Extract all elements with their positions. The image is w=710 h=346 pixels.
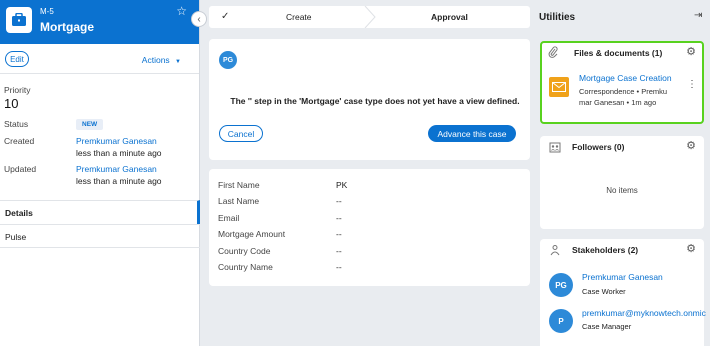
utilities-title: Utilities — [539, 12, 576, 23]
stage-stepper: ✓ Create Approval — [209, 6, 530, 28]
stakeholder-role: Case Manager — [582, 322, 632, 331]
actions-menu[interactable]: Actions ▼ — [142, 55, 181, 65]
checkmark-icon: ✓ — [221, 11, 230, 22]
status-badge: NEW — [76, 119, 104, 130]
updated-info: Premkumar Ganesan less than a minute ago — [76, 163, 162, 187]
collapse-panel-button[interactable]: ‹ — [191, 11, 207, 27]
followers-icon — [549, 141, 561, 155]
more-options-icon[interactable]: ⋮ — [687, 80, 697, 90]
files-title: Files & documents (1) — [574, 48, 663, 58]
assignment-card: PG The '' step in the 'Mortgage' case ty… — [209, 39, 530, 160]
details-card: First Name PK Last Name -- Email -- Mortgag… — [209, 169, 530, 286]
gear-icon[interactable]: ⚙ — [686, 45, 696, 58]
case-toolbar: Edit Actions ▼ — [0, 44, 199, 74]
updated-label: Updated — [4, 164, 37, 174]
followers-card: Followers (0) ⚙ No items — [540, 136, 704, 229]
stakeholder-name-link[interactable]: premkumar@myknowtech.onmic — [582, 308, 708, 318]
field-value: -- — [336, 262, 342, 272]
step-create[interactable]: Create — [286, 12, 312, 22]
files-documents-card: Files & documents (1) ⚙ Mortgage Case Cr… — [540, 41, 704, 124]
case-summary-panel: M-5 Mortgage ☆ Edit Actions ▼ Priority 1… — [0, 0, 200, 346]
file-item-meta: Correspondence • Premku mar Ganesan • 1m… — [579, 86, 667, 108]
field-label: Mortgage Amount — [218, 229, 286, 239]
created-label: Created — [4, 136, 35, 146]
caret-down-icon: ▼ — [175, 59, 181, 65]
case-header: M-5 Mortgage ☆ — [0, 0, 199, 44]
status-label: Status — [4, 119, 29, 129]
field-country-code: Country Code -- — [218, 246, 518, 256]
field-last-name: Last Name -- — [218, 196, 518, 206]
gear-icon[interactable]: ⚙ — [686, 242, 696, 255]
case-id: M-5 — [40, 7, 54, 16]
field-country-name: Country Name -- — [218, 262, 518, 272]
stakeholders-title: Stakeholders (2) — [572, 245, 639, 255]
followers-title: Followers (0) — [572, 142, 625, 152]
stakeholder-role: Case Worker — [582, 287, 626, 296]
edit-button[interactable]: Edit — [5, 51, 29, 67]
stakeholder-avatar: P — [549, 309, 573, 333]
step-approval[interactable]: Approval — [431, 12, 468, 22]
field-value: -- — [336, 196, 342, 206]
collapse-utilities-icon[interactable]: ⇥ — [694, 10, 702, 21]
created-by-link[interactable]: Premkumar Ganesan — [76, 135, 162, 147]
field-label: Email — [218, 213, 240, 223]
field-value: -- — [336, 229, 342, 239]
field-first-name: First Name PK — [218, 180, 518, 190]
file-item-link[interactable]: Mortgage Case Creation — [579, 73, 672, 83]
stakeholders-card: Stakeholders (2) ⚙ PG Premkumar Ganesan … — [540, 239, 706, 346]
field-label: First Name — [218, 180, 260, 190]
stakeholder-avatar: PG — [549, 273, 573, 297]
assignment-message: The '' step in the 'Mortgage' case type … — [230, 96, 520, 106]
assignment-avatar: PG — [219, 51, 237, 69]
star-icon[interactable]: ☆ — [176, 4, 187, 18]
file-item-meta-line: Correspondence • Premku — [579, 87, 668, 96]
field-value: PK — [336, 180, 348, 190]
chevron-left-icon: ‹ — [197, 13, 201, 25]
created-info: Premkumar Ganesan less than a minute ago — [76, 135, 162, 159]
cancel-button[interactable]: Cancel — [219, 125, 263, 142]
gear-icon[interactable]: ⚙ — [686, 139, 696, 152]
field-label: Country Code — [218, 246, 271, 256]
nav-item-details[interactable]: Details — [0, 200, 200, 224]
field-label: Country Name — [218, 262, 273, 272]
field-label: Last Name — [218, 196, 260, 206]
step-separator — [364, 6, 376, 28]
briefcase-icon — [6, 7, 32, 33]
field-value: -- — [336, 213, 342, 223]
followers-empty: No items — [606, 186, 638, 195]
advance-case-button[interactable]: Advance this case — [428, 125, 516, 142]
nav-item-pulse[interactable]: Pulse — [0, 224, 200, 248]
stakeholder-icon — [549, 244, 561, 258]
updated-when: less than a minute ago — [76, 176, 162, 186]
priority-value: 10 — [4, 96, 19, 111]
case-title: Mortgage — [40, 20, 94, 34]
updated-by-link[interactable]: Premkumar Ganesan — [76, 163, 162, 175]
field-email: Email -- — [218, 213, 518, 223]
field-value: -- — [336, 246, 342, 256]
field-mortgage-amount: Mortgage Amount -- — [218, 229, 518, 239]
created-when: less than a minute ago — [76, 148, 162, 158]
mail-icon — [549, 77, 569, 97]
paperclip-icon — [548, 46, 558, 60]
actions-label: Actions — [141, 55, 170, 65]
priority-label: Priority — [4, 85, 31, 95]
file-item-meta-line: mar Ganesan • 1m ago — [579, 98, 657, 107]
stakeholder-name-link[interactable]: Premkumar Ganesan — [582, 272, 663, 282]
